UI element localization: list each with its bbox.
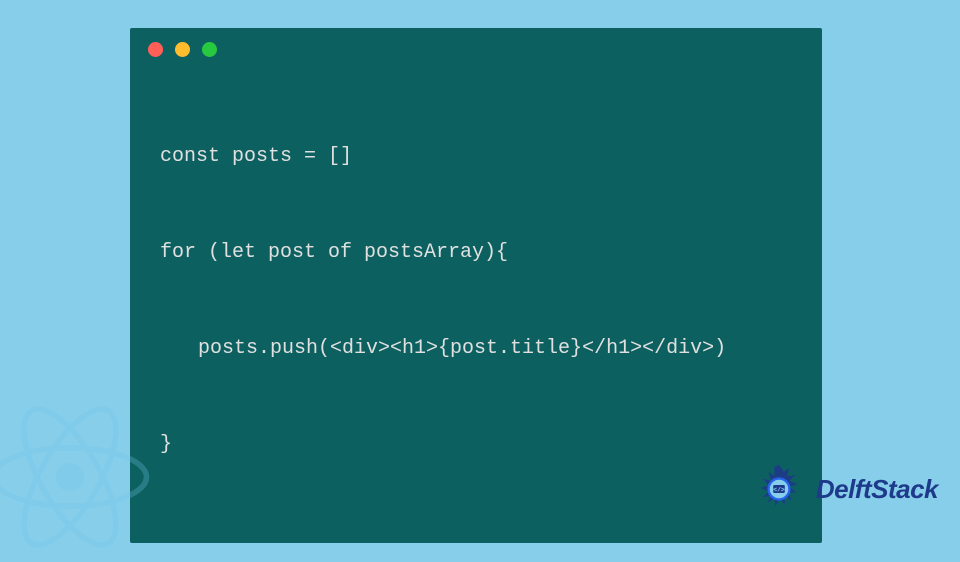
code-window: const posts = [] for (let post of postsA…	[130, 28, 822, 543]
svg-text:</>: </>	[773, 486, 785, 493]
react-logo-watermark	[0, 397, 150, 562]
code-line-3: posts.push(<div><h1>{post.title}</h1></d…	[160, 333, 792, 365]
close-icon	[148, 42, 163, 57]
brand-name: DelftStack	[816, 474, 938, 505]
code-block: const posts = [] for (let post of postsA…	[130, 67, 822, 543]
maximize-icon	[202, 42, 217, 57]
code-line-2: for (let post of postsArray){	[160, 237, 792, 269]
window-controls	[130, 28, 822, 67]
code-line-1: const posts = []	[160, 141, 792, 173]
brand-container: </> DelftStack	[750, 460, 938, 518]
code-line-4: }	[160, 429, 792, 461]
minimize-icon	[175, 42, 190, 57]
brand-logo-icon: </>	[750, 460, 808, 518]
